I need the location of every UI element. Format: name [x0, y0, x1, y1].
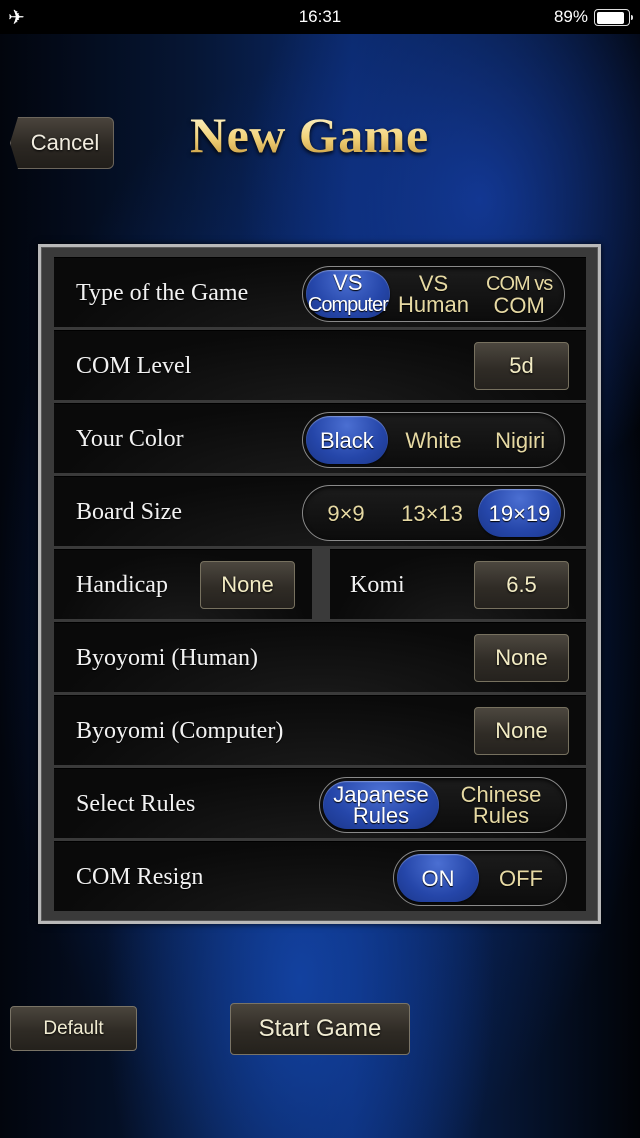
row-select-rules: Select Rules Japanese Rules Chinese Rules [54, 768, 586, 838]
row-byoyomi-computer: Byoyomi (Computer) None [54, 695, 586, 765]
byoyomi-computer-label: Byoyomi (Computer) [76, 718, 284, 744]
handicap-label: Handicap [76, 572, 168, 598]
status-bar: ✈ 16:31 89% [0, 0, 640, 34]
row-com-level: COM Level 5d [54, 330, 586, 400]
com-level-label: COM Level [76, 353, 192, 379]
rules-segmented-control: Japanese Rules Chinese Rules [319, 777, 567, 833]
byoyomi-human-button[interactable]: None [474, 634, 569, 682]
board-size-label: Board Size [76, 499, 182, 525]
row-byoyomi-human: Byoyomi (Human) None [54, 622, 586, 692]
row-game-type: Type of the Game VS Computer VS Human COM … [54, 257, 586, 327]
row-board-size: Board Size 9×9 13×13 19×19 [54, 476, 586, 546]
option-vs-human[interactable]: VS Human [390, 270, 478, 318]
option-nigiri[interactable]: Nigiri [479, 416, 561, 464]
option-japanese-rules[interactable]: Japanese Rules [323, 781, 439, 829]
handicap-button[interactable]: None [200, 561, 295, 609]
option-white[interactable]: White [388, 416, 480, 464]
row-com-resign: COM Resign ON OFF [54, 841, 586, 911]
battery-icon [594, 9, 633, 26]
game-type-label: Type of the Game [76, 280, 249, 306]
select-rules-label: Select Rules [76, 791, 196, 817]
option-chinese-rules[interactable]: Chinese Rules [439, 781, 563, 829]
option-9x9[interactable]: 9×9 [306, 489, 386, 537]
komi-label: Komi [350, 572, 405, 598]
cancel-button[interactable]: Cancel [10, 117, 114, 169]
option-vs-computer[interactable]: VS Computer [306, 270, 390, 318]
row-handicap: Handicap None [54, 549, 312, 619]
default-button[interactable]: Default [10, 1006, 137, 1051]
option-13x13[interactable]: 13×13 [386, 489, 478, 537]
row-komi: Komi 6.5 [330, 549, 586, 619]
status-time: 16:31 [298, 7, 342, 26]
page-title: New Game [190, 106, 460, 164]
option-off[interactable]: OFF [479, 854, 563, 902]
komi-button[interactable]: 6.5 [474, 561, 569, 609]
board-size-segmented-control: 9×9 13×13 19×19 [302, 485, 565, 541]
your-color-label: Your Color [76, 426, 184, 452]
option-19x19[interactable]: 19×19 [478, 489, 561, 537]
game-type-segmented-control: VS Computer VS Human COM vs COM [302, 266, 565, 322]
com-resign-label: COM Resign [76, 864, 204, 890]
option-black[interactable]: Black [306, 416, 388, 464]
settings-panel: Type of the Game VS Computer VS Human COM … [38, 244, 601, 924]
byoyomi-computer-button[interactable]: None [474, 707, 569, 755]
com-level-button[interactable]: 5d [474, 342, 569, 390]
start-game-button[interactable]: Start Game [230, 1003, 410, 1055]
com-resign-toggle: ON OFF [393, 850, 567, 906]
row-your-color: Your Color Black White Nigiri [54, 403, 586, 473]
option-on[interactable]: ON [397, 854, 479, 902]
byoyomi-human-label: Byoyomi (Human) [76, 645, 258, 671]
option-com-vs-com[interactable]: COM vs COM [477, 270, 561, 318]
battery-percent: 89% [553, 7, 588, 26]
your-color-segmented-control: Black White Nigiri [302, 412, 565, 468]
